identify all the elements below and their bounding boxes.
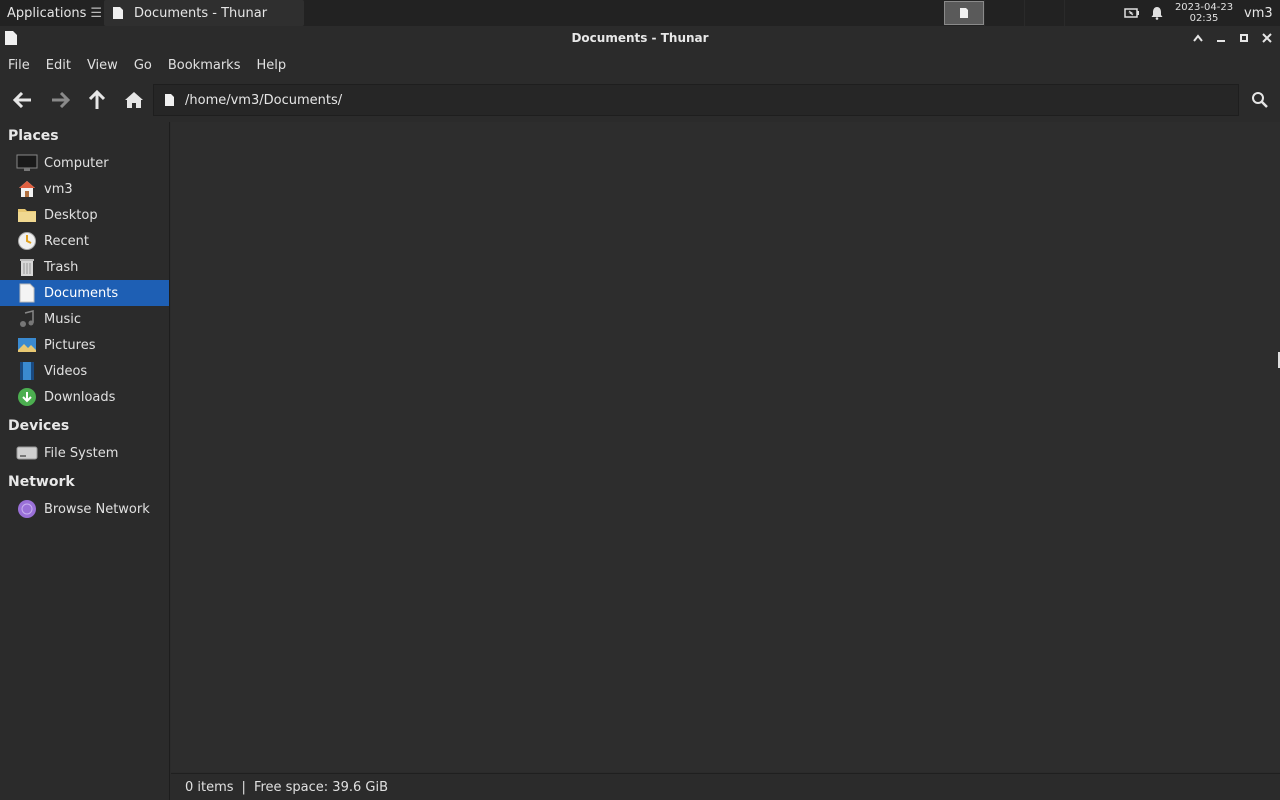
desktop-folder-icon <box>16 204 38 226</box>
sidebar-item-label: Browse Network <box>44 501 150 517</box>
applications-menu-button[interactable]: Applications ☰ <box>0 0 104 26</box>
menu-arrow-icon: ☰ <box>90 5 103 21</box>
sidebar-item-label: Computer <box>44 155 109 171</box>
search-icon <box>1252 92 1268 108</box>
shade-button[interactable] <box>1191 29 1205 47</box>
sidebar-item-label: Documents <box>44 285 119 301</box>
home-icon <box>16 178 38 200</box>
workspace-2[interactable] <box>984 0 1024 26</box>
computer-icon <box>16 152 38 174</box>
network-item-browse-network[interactable]: Browse Network <box>0 496 169 522</box>
window-document-icon <box>5 31 17 45</box>
menu-help[interactable]: Help <box>248 58 294 73</box>
notification-bell-icon[interactable] <box>1150 6 1164 20</box>
arrow-up-icon <box>88 90 105 109</box>
places-item-computer[interactable]: Computer <box>0 150 169 176</box>
folder-document-icon <box>165 94 174 106</box>
statusbar: 0 items | Free space: 39.6 GiB <box>171 773 1280 800</box>
places-item-documents[interactable]: Documents <box>0 280 169 306</box>
clock[interactable]: 2023-04-23 02:35 <box>1174 2 1234 24</box>
arrow-right-icon <box>51 92 70 108</box>
window-titlebar[interactable]: Documents - Thunar <box>0 26 1280 50</box>
sidebar-item-label: Videos <box>44 363 88 379</box>
document-icon <box>113 7 123 19</box>
sidebar-item-label: File System <box>44 445 119 461</box>
documents-icon <box>16 282 38 304</box>
places-item-pictures[interactable]: Pictures <box>0 332 169 358</box>
minimize-button[interactable] <box>1214 29 1228 47</box>
pictures-icon <box>16 334 38 356</box>
places-item-vm3[interactable]: vm3 <box>0 176 169 202</box>
drive-icon <box>16 442 38 464</box>
clock-time: 02:35 <box>1189 13 1219 24</box>
section-places: Places <box>8 128 59 144</box>
location-bar[interactable]: /home/vm3/Documents/ <box>153 84 1239 116</box>
workspace-switcher <box>944 0 1104 26</box>
minimize-icon <box>1217 40 1225 42</box>
workspace-1[interactable] <box>944 1 984 25</box>
sidebar-item-label: Recent <box>44 233 89 249</box>
window-title: Documents - Thunar <box>571 31 709 45</box>
sidebar-item-label: Trash <box>44 259 79 275</box>
places-item-desktop[interactable]: Desktop <box>0 202 169 228</box>
search-button[interactable] <box>1248 88 1272 112</box>
menu-go[interactable]: Go <box>126 58 160 73</box>
sidebar-item-label: Music <box>44 311 81 327</box>
music-icon <box>16 308 38 330</box>
maximize-icon <box>1240 34 1248 42</box>
menu-view[interactable]: View <box>79 58 126 73</box>
back-button[interactable] <box>4 83 41 117</box>
menu-edit[interactable]: Edit <box>38 58 79 73</box>
taskbar-window-button[interactable]: Documents - Thunar <box>104 0 304 26</box>
forward-button[interactable] <box>41 83 78 117</box>
location-path: /home/vm3/Documents/ <box>185 92 343 108</box>
system-tray: 2023-04-23 02:35 vm3 <box>1124 0 1274 26</box>
maximize-button[interactable] <box>1237 29 1251 47</box>
user-menu[interactable]: vm3 <box>1244 6 1274 21</box>
places-item-downloads[interactable]: Downloads <box>0 384 169 410</box>
menu-bookmarks[interactable]: Bookmarks <box>160 58 249 73</box>
taskbar-window-title: Documents - Thunar <box>134 5 268 21</box>
top-panel: Applications ☰ Documents - Thunar 2023-0… <box>0 0 1280 26</box>
places-item-videos[interactable]: Videos <box>0 358 169 384</box>
sidebar-item-label: Downloads <box>44 389 116 405</box>
menu-file[interactable]: File <box>0 58 38 73</box>
document-icon <box>960 8 968 18</box>
battery-icon[interactable] <box>1124 7 1140 19</box>
videos-icon <box>16 360 38 382</box>
downloads-icon <box>16 386 38 408</box>
trash-icon <box>16 256 38 278</box>
chevron-up-icon <box>1193 34 1203 42</box>
item-count: 0 items <box>185 779 234 795</box>
workspace-3[interactable] <box>1024 0 1064 26</box>
sidebar-item-label: vm3 <box>44 181 73 197</box>
places-item-trash[interactable]: Trash <box>0 254 169 280</box>
devices-item-file-system[interactable]: File System <box>0 440 169 466</box>
sidebar: Places Computer vm3 Desktop Recent Trash Docu… <box>0 122 170 800</box>
recent-clock-icon <box>16 230 38 252</box>
menubar: File Edit View Go Bookmarks Help <box>0 54 294 76</box>
places-item-music[interactable]: Music <box>0 306 169 332</box>
home-button[interactable] <box>115 83 152 117</box>
workspace-4[interactable] <box>1064 0 1104 26</box>
applications-label: Applications <box>7 5 87 21</box>
arrow-left-icon <box>12 92 31 108</box>
up-button[interactable] <box>78 83 115 117</box>
sidebar-item-label: Pictures <box>44 337 96 353</box>
section-devices: Devices <box>8 418 70 434</box>
section-network: Network <box>8 474 75 490</box>
clock-date: 2023-04-23 <box>1174 2 1234 13</box>
home-icon <box>124 92 143 108</box>
free-space: Free space: 39.6 GiB <box>253 779 388 795</box>
toolbar: /home/vm3/Documents/ <box>0 82 1280 118</box>
file-view[interactable] <box>171 122 1280 772</box>
sidebar-item-label: Desktop <box>44 207 98 223</box>
close-button[interactable] <box>1260 29 1274 47</box>
network-icon <box>16 498 38 520</box>
places-item-recent[interactable]: Recent <box>0 228 169 254</box>
close-icon <box>1262 33 1272 43</box>
status-separator: | <box>241 779 246 795</box>
